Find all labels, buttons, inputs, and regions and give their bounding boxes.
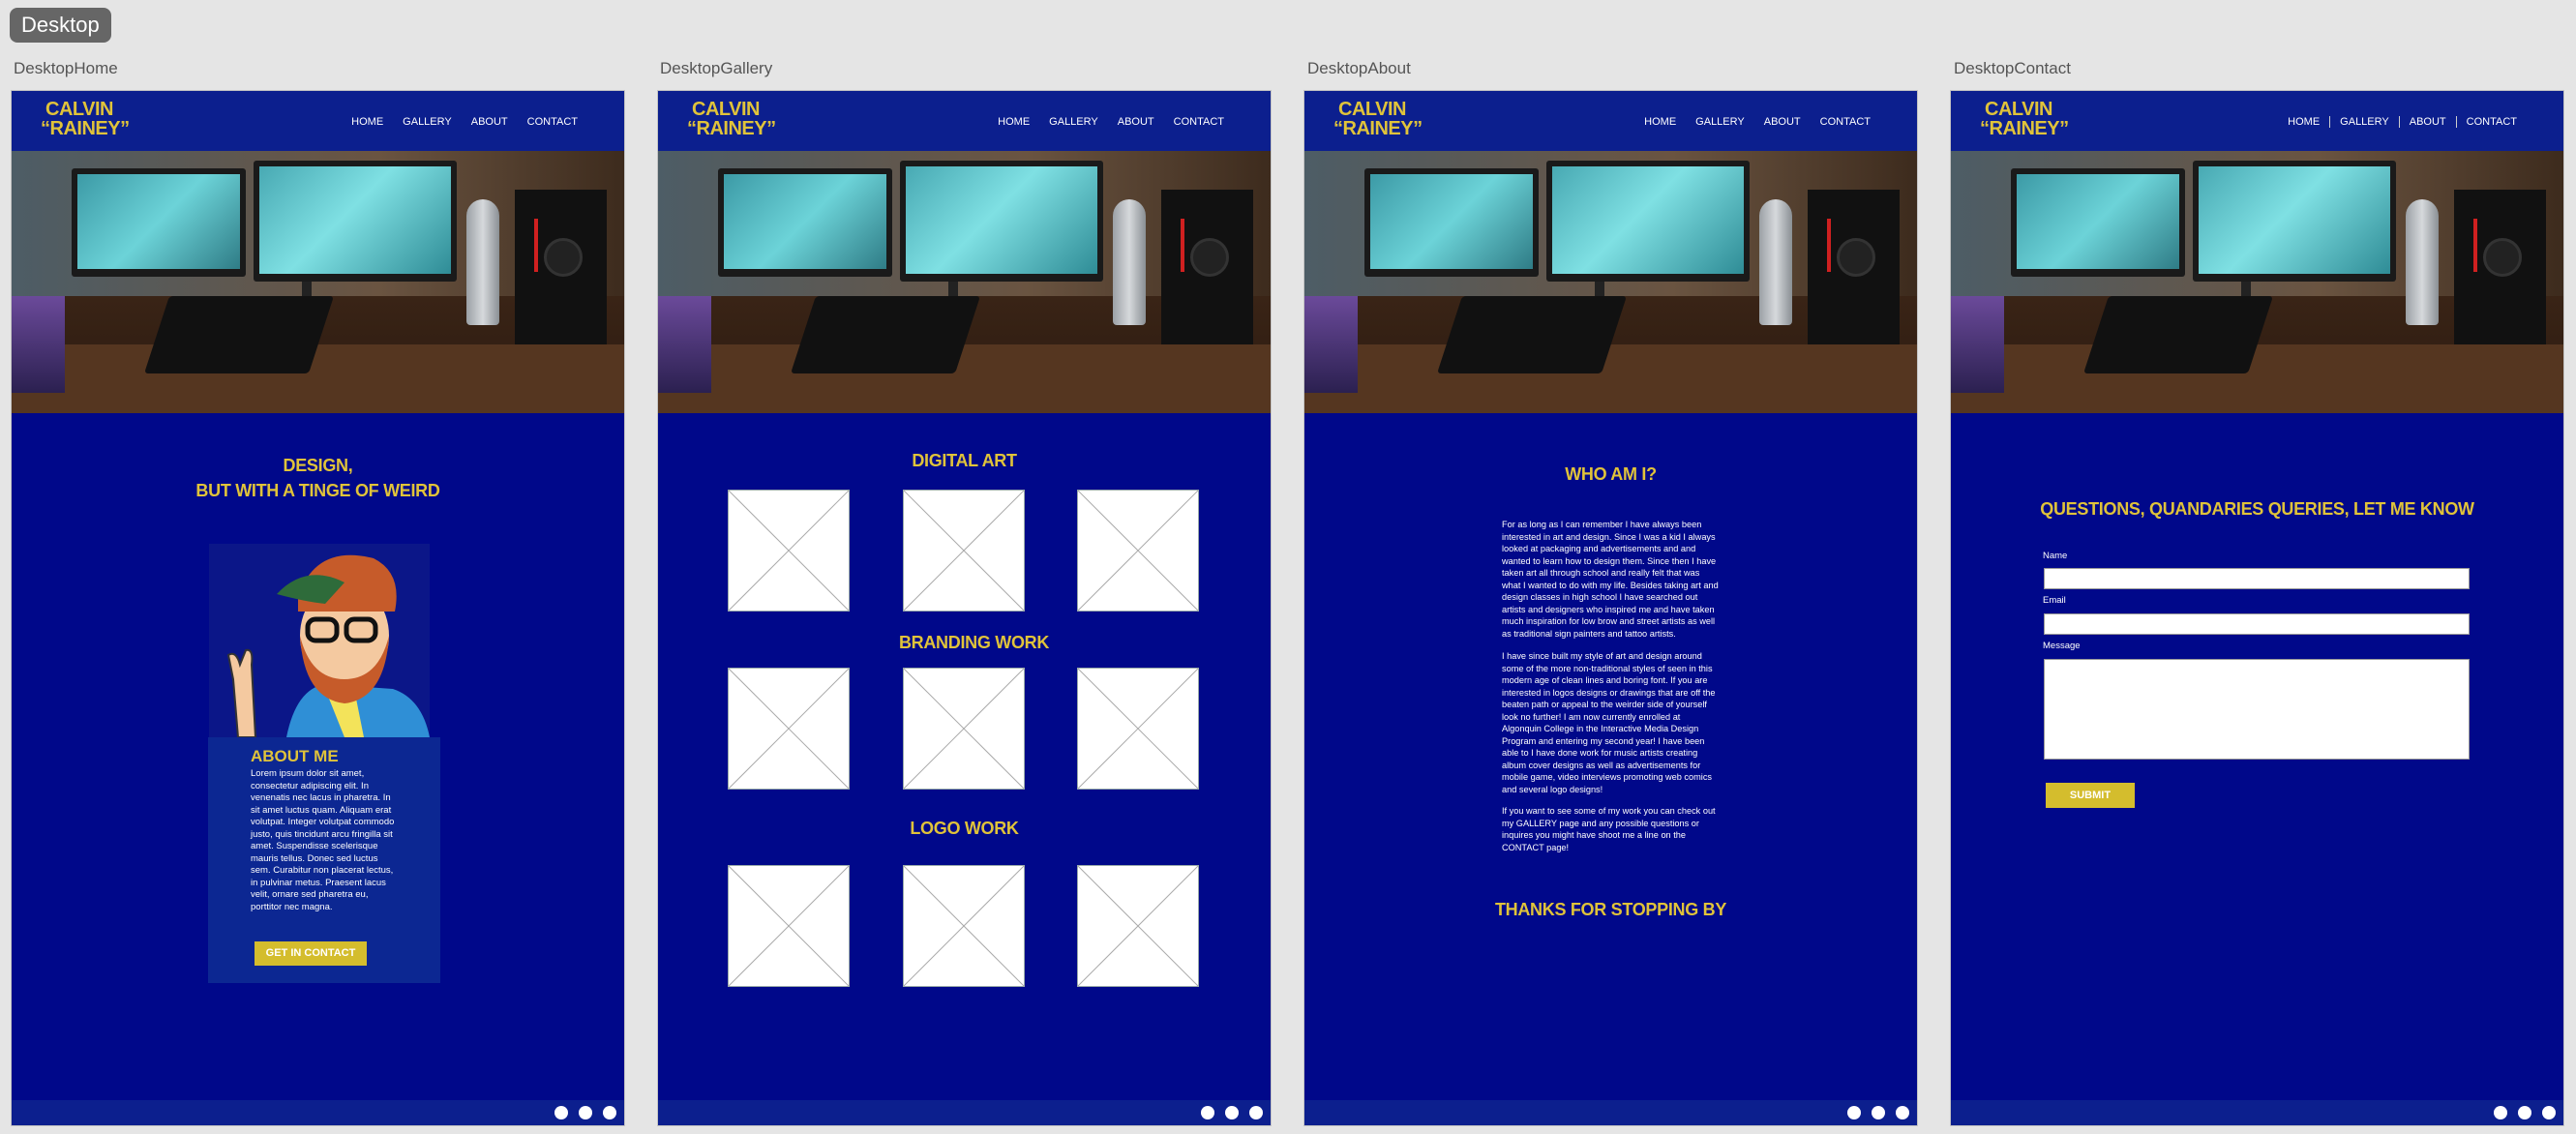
message-label: Message xyxy=(2043,641,2081,651)
email-field[interactable] xyxy=(2044,613,2470,635)
social-icon[interactable] xyxy=(2494,1106,2507,1119)
navbar: CALVIN “RAINEY” HOME GALLERY ABOUT CONTAC… xyxy=(12,91,624,151)
gallery-image-placeholder[interactable] xyxy=(728,668,850,790)
gallery-image-placeholder[interactable] xyxy=(903,668,1025,790)
gallery-image-placeholder[interactable] xyxy=(728,490,850,612)
frame-label-about: DesktopAbout xyxy=(1307,59,1411,77)
about-paragraph-2: I have since built my style of art and d… xyxy=(1502,651,1716,794)
submit-button[interactable]: SUBMIT xyxy=(2046,783,2135,808)
social-icon[interactable] xyxy=(603,1106,616,1119)
logo[interactable]: CALVIN “RAINEY” xyxy=(41,100,130,138)
footer xyxy=(658,1100,1271,1125)
message-field[interactable] xyxy=(2044,659,2470,760)
nav-about[interactable]: ABOUT xyxy=(2400,116,2457,128)
hero-image xyxy=(12,151,624,413)
nav-contact[interactable]: CONTACT xyxy=(1811,116,1880,128)
nav-about[interactable]: ABOUT xyxy=(1108,116,1164,128)
nav-contact[interactable]: CONTACT xyxy=(2457,116,2527,128)
logo[interactable]: CALVIN “RAINEY” xyxy=(1980,100,2069,138)
social-icon[interactable] xyxy=(2518,1106,2531,1119)
nav-gallery[interactable]: GALLERY xyxy=(1039,116,1108,128)
email-label: Email xyxy=(2043,595,2066,606)
social-icon[interactable] xyxy=(1201,1106,1214,1119)
frame-contact: CALVIN “RAINEY” HOME GALLERY ABOUT CONTAC… xyxy=(1951,91,2563,1125)
nav-about[interactable]: ABOUT xyxy=(462,116,518,128)
avatar-illustration xyxy=(209,544,430,737)
thanks-heading: THANKS FOR STOPPING BY xyxy=(1494,900,1727,919)
nav-contact[interactable]: CONTACT xyxy=(518,116,587,128)
navbar: CALVIN “RAINEY” HOME GALLERY ABOUT CONTAC… xyxy=(658,91,1271,151)
social-icon[interactable] xyxy=(1225,1106,1239,1119)
frame-label-contact: DesktopContact xyxy=(1954,59,2071,77)
social-icon[interactable] xyxy=(1249,1106,1263,1119)
nav-gallery[interactable]: GALLERY xyxy=(2329,116,2400,128)
nav-contact[interactable]: CONTACT xyxy=(1164,116,1234,128)
gallery-image-placeholder[interactable] xyxy=(903,865,1025,987)
nav-home[interactable]: HOME xyxy=(342,116,393,128)
main-nav: HOME GALLERY ABOUT CONTACT xyxy=(1634,116,1880,128)
nav-home[interactable]: HOME xyxy=(2278,116,2329,128)
get-in-contact-button[interactable]: GET IN CONTACT xyxy=(255,941,367,966)
gallery-image-placeholder[interactable] xyxy=(1077,668,1199,790)
frame-home: CALVIN “RAINEY” HOME GALLERY ABOUT CONTAC… xyxy=(12,91,624,1125)
nav-home[interactable]: HOME xyxy=(988,116,1039,128)
hero-image xyxy=(1951,151,2563,413)
main-nav: HOME GALLERY ABOUT CONTACT xyxy=(2278,116,2527,128)
gallery-image-placeholder[interactable] xyxy=(1077,490,1199,612)
section-title-digital-art: DIGITAL ART xyxy=(912,451,1017,470)
social-icon[interactable] xyxy=(554,1106,568,1119)
nav-gallery[interactable]: GALLERY xyxy=(1686,116,1754,128)
frame-gallery: CALVIN “RAINEY” HOME GALLERY ABOUT CONTAC… xyxy=(658,91,1271,1125)
about-paragraph-3: If you want to see some of my work you c… xyxy=(1502,806,1716,852)
footer xyxy=(12,1100,624,1125)
gallery-image-placeholder[interactable] xyxy=(728,865,850,987)
hero-image xyxy=(658,151,1271,413)
nav-gallery[interactable]: GALLERY xyxy=(393,116,462,128)
canvas-label: Desktop xyxy=(10,8,111,43)
footer xyxy=(1951,1100,2563,1125)
about-page-title: WHO AM I? xyxy=(1565,464,1657,484)
about-title: ABOUT ME xyxy=(251,747,339,765)
social-icon[interactable] xyxy=(1896,1106,1909,1119)
social-icon[interactable] xyxy=(1872,1106,1885,1119)
footer xyxy=(1304,1100,1917,1125)
frame-label-home: DesktopHome xyxy=(14,59,118,77)
main-nav: HOME GALLERY ABOUT CONTACT xyxy=(988,116,1234,128)
navbar: CALVIN “RAINEY” HOME GALLERY ABOUT CONTAC… xyxy=(1951,91,2563,151)
social-icon[interactable] xyxy=(2542,1106,2556,1119)
section-title-branding: BRANDING WORK xyxy=(898,633,1050,652)
frame-about: CALVIN “RAINEY” HOME GALLERY ABOUT CONTAC… xyxy=(1304,91,1917,1125)
contact-title: QUESTIONS, QUANDARIES QUERIES, LET ME KN… xyxy=(2040,499,2474,519)
gallery-image-placeholder[interactable] xyxy=(1077,865,1199,987)
main-nav: HOME GALLERY ABOUT CONTACT xyxy=(342,116,587,128)
home-headline: DESIGN, BUT WITH A TINGE OF WEIRD xyxy=(195,456,440,500)
about-card: ABOUT ME Lorem ipsum dolor sit amet, con… xyxy=(208,737,440,983)
section-title-logo: LOGO WORK xyxy=(910,819,1019,838)
gallery-image-placeholder[interactable] xyxy=(903,490,1025,612)
social-icon[interactable] xyxy=(579,1106,592,1119)
nav-home[interactable]: HOME xyxy=(1634,116,1686,128)
frame-label-gallery: DesktopGallery xyxy=(660,59,773,77)
social-icon[interactable] xyxy=(1847,1106,1861,1119)
hero-image xyxy=(1304,151,1917,413)
name-field[interactable] xyxy=(2044,568,2470,589)
name-label: Name xyxy=(2043,551,2068,561)
about-body: Lorem ipsum dolor sit amet, consectetur … xyxy=(251,768,395,912)
logo[interactable]: CALVIN “RAINEY” xyxy=(1333,100,1423,138)
about-paragraph-1: For as long as I can remember I have alw… xyxy=(1502,520,1719,639)
logo[interactable]: CALVIN “RAINEY” xyxy=(687,100,776,138)
nav-about[interactable]: ABOUT xyxy=(1754,116,1811,128)
navbar: CALVIN “RAINEY” HOME GALLERY ABOUT CONTAC… xyxy=(1304,91,1917,151)
